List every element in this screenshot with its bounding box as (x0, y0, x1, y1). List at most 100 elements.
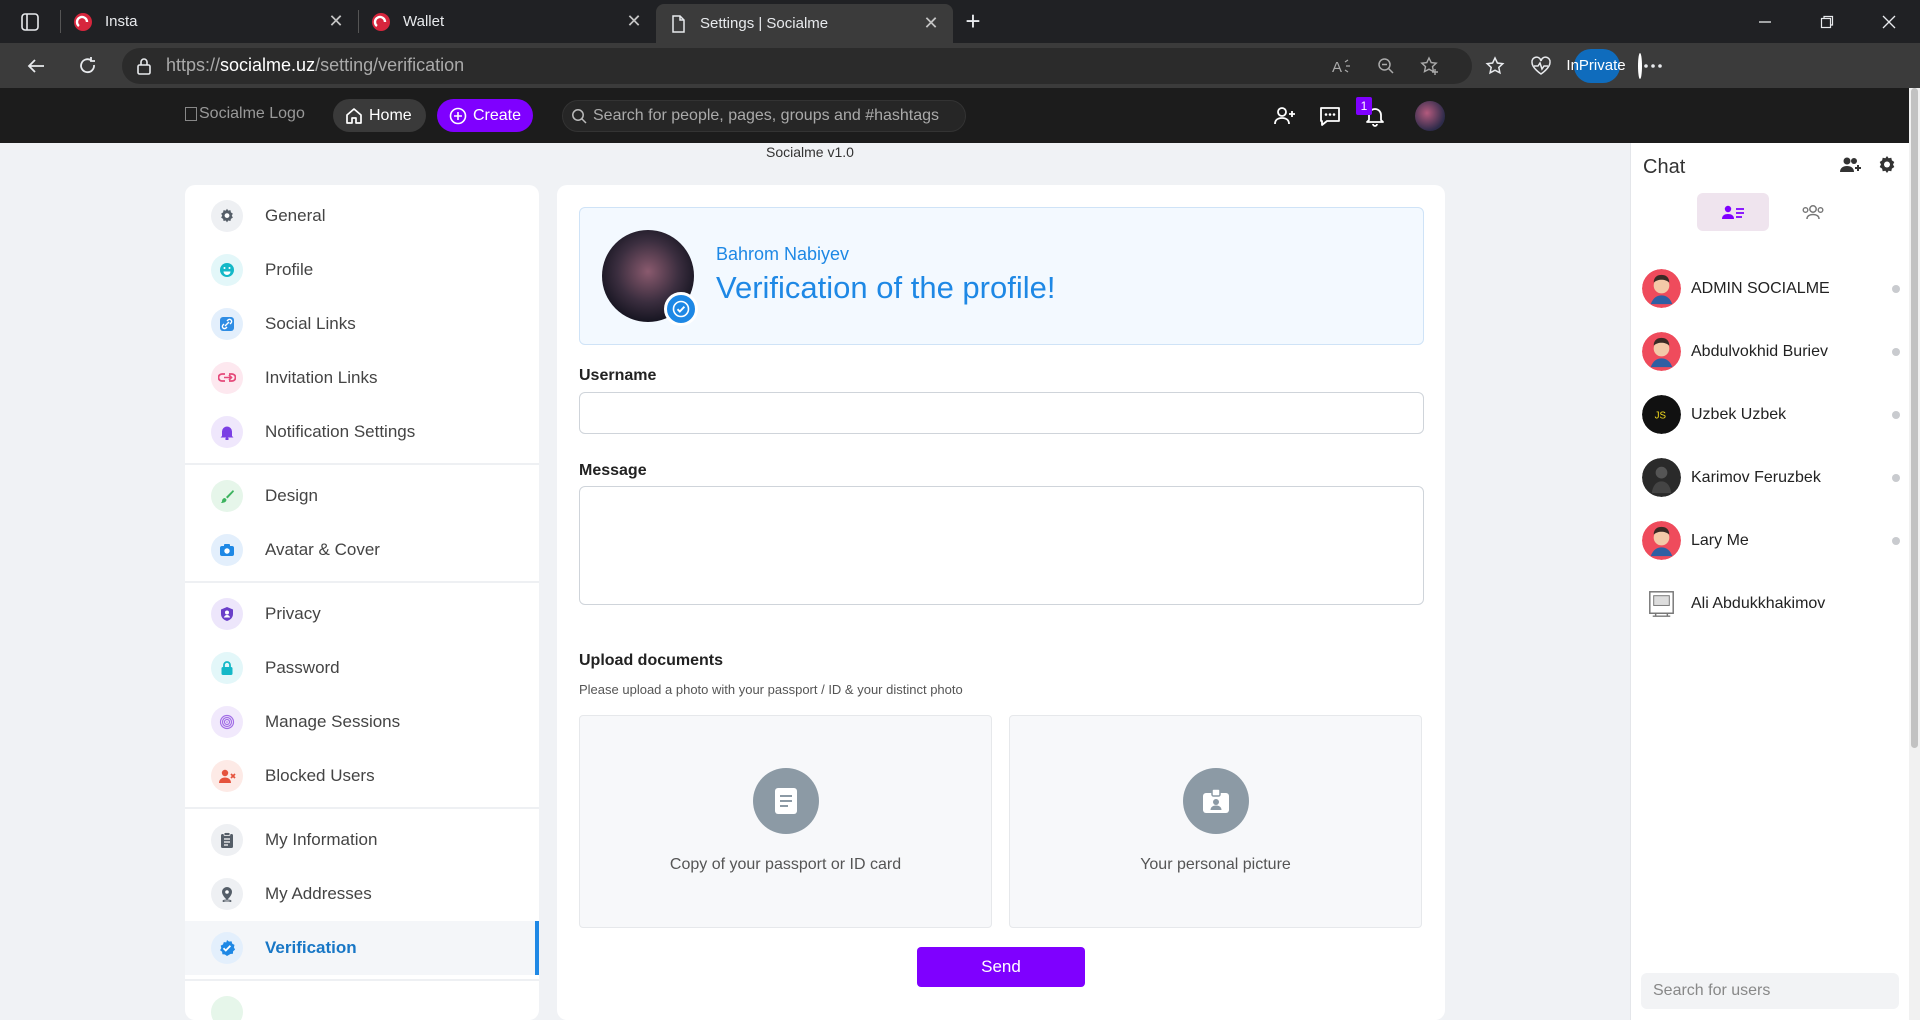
status-dot (1892, 474, 1900, 482)
url-host: socialme.uz (220, 55, 316, 75)
lock-icon (211, 652, 243, 684)
notifications-icon[interactable]: 1 (1352, 96, 1397, 127)
status-dot (1892, 285, 1900, 293)
sidebar-item-more[interactable] (185, 985, 539, 1020)
browser-tab-wallet[interactable]: Wallet ✕ (359, 0, 656, 43)
socialme-logo[interactable]: Socialme Logo (185, 105, 305, 123)
chat-user-item[interactable]: Abdulvokhid Buriev (1631, 320, 1910, 383)
camera-icon (211, 534, 243, 566)
reload-icon[interactable] (62, 48, 114, 84)
sidebar-item-design[interactable]: Design (185, 469, 539, 523)
sidebar-item-invitation-links[interactable]: Invitation Links (185, 351, 539, 405)
sidebar-item-profile[interactable]: Profile (185, 243, 539, 297)
close-icon[interactable]: ✕ (326, 11, 346, 32)
search-placeholder: Search for people, pages, groups and #ha… (593, 107, 940, 124)
document-icon (752, 768, 819, 834)
scrollbar-thumb[interactable] (1911, 88, 1918, 748)
add-favorite-icon[interactable] (1408, 55, 1452, 76)
tab-groups[interactable] (1777, 193, 1849, 231)
sidebar-item-label: Verification (265, 938, 357, 957)
create-button[interactable]: Create (437, 99, 534, 132)
verified-icon (211, 932, 243, 964)
sidebar-item-label: My Information (265, 830, 378, 849)
close-icon[interactable]: ✕ (921, 13, 941, 34)
close-window-icon[interactable] (1858, 0, 1920, 43)
send-button[interactable]: Send (917, 947, 1085, 987)
more-options-icon[interactable] (1630, 63, 1676, 69)
upload-passport-box[interactable]: Copy of your passport or ID card (579, 715, 992, 928)
chat-user-item[interactable]: Karimov Feruzbek (1631, 446, 1910, 509)
favorites-icon[interactable] (1472, 55, 1518, 76)
page-icon (672, 14, 685, 33)
sidebar-item-privacy[interactable]: Privacy (185, 587, 539, 641)
link-icon (211, 308, 243, 340)
profile-name: Bahrom Nabiyev (716, 244, 850, 264)
user-avatar (1642, 269, 1681, 308)
tab-contacts[interactable] (1697, 193, 1769, 231)
sidebar-item-password[interactable]: Password (185, 641, 539, 695)
user-avatar[interactable] (1415, 100, 1445, 131)
page-title: Verification of the profile! (716, 270, 1056, 305)
browser-tab-settings[interactable]: Settings | Socialme ✕ (656, 4, 953, 43)
browser-essentials-icon[interactable] (1518, 55, 1564, 76)
messages-icon[interactable] (1307, 105, 1352, 127)
sidebar-item-notification-settings[interactable]: Notification Settings (185, 405, 539, 459)
sidebar-item-general[interactable]: General (185, 189, 539, 243)
user-avatar (1642, 458, 1681, 497)
inprivate-label: InPrivate (1566, 57, 1626, 74)
user-avatar (1649, 591, 1674, 617)
tab-label: Settings | Socialme (700, 15, 829, 32)
message-textarea[interactable] (579, 486, 1424, 605)
sidebar-item-label: Manage Sessions (265, 712, 401, 731)
plus-circle-icon (449, 107, 467, 124)
chat-user-item[interactable]: ADMIN SOCIALME (1631, 257, 1910, 320)
back-icon[interactable] (10, 48, 62, 84)
minimize-icon[interactable] (1734, 0, 1796, 43)
chat-user-name: Uzbek Uzbek (1691, 405, 1787, 423)
global-search-input[interactable]: Search for people, pages, groups and #ha… (562, 100, 966, 132)
upload-photo-box[interactable]: Your personal picture (1009, 715, 1422, 928)
tab-label: Insta (105, 13, 138, 30)
sidebar-item-label: Privacy (265, 604, 321, 623)
chat-user-name: Lary Me (1691, 531, 1749, 549)
chat-user-item[interactable]: JS Uzbek Uzbek (1631, 383, 1910, 446)
close-icon[interactable]: ✕ (624, 11, 644, 32)
sidebar-item-verification[interactable]: Verification (185, 921, 539, 975)
sidebar-item-avatar-cover[interactable]: Avatar & Cover (185, 523, 539, 577)
chat-user-item[interactable]: Lary Me (1631, 509, 1910, 572)
location-icon (211, 878, 243, 910)
sidebar-item-label: Avatar & Cover (265, 540, 380, 559)
username-label: Username (579, 367, 657, 384)
gear-icon[interactable] (1877, 155, 1897, 175)
browser-tab-insta[interactable]: Insta ✕ (61, 0, 358, 43)
inprivate-button[interactable]: InPrivate (1566, 48, 1642, 83)
upload-photo-label: Your personal picture (1140, 856, 1291, 873)
home-button[interactable]: Home (333, 99, 426, 132)
sidebar-item-manage-sessions[interactable]: Manage Sessions (185, 695, 539, 749)
page-scrollbar[interactable] (1909, 88, 1920, 1020)
app-version: Socialme v1.0 (766, 144, 854, 160)
sidebar-item-my-addresses[interactable]: My Addresses (185, 867, 539, 921)
sidebar-item-my-information[interactable]: My Information (185, 813, 539, 867)
chat-panel: Chat ADMIN SOCIALME Abdulvokhid Buriev J… (1630, 143, 1909, 1020)
svg-text:A: A (1332, 59, 1342, 75)
add-group-icon[interactable] (1839, 155, 1863, 175)
sidebar-item-social-links[interactable]: Social Links (185, 297, 539, 351)
chat-search-placeholder: Search for users (1653, 982, 1771, 999)
restore-icon[interactable] (1796, 0, 1858, 43)
chat-title: Chat (1643, 156, 1686, 178)
chat-user-item[interactable]: Ali Abdukkhakimov (1631, 572, 1910, 635)
logo-alt-text: Socialme Logo (199, 105, 305, 122)
chat-search-input[interactable]: Search for users (1641, 973, 1899, 1009)
url-field[interactable]: https://socialme.uz/setting/verification… (122, 47, 1472, 84)
tab-actions-icon[interactable] (0, 0, 60, 43)
new-tab-button[interactable]: + (953, 0, 993, 43)
read-aloud-icon[interactable]: A (1320, 57, 1364, 75)
zoom-icon[interactable] (1364, 57, 1408, 75)
username-input[interactable] (579, 392, 1424, 434)
verification-card: Bahrom Nabiyev Verification of the profi… (557, 185, 1445, 1020)
sidebar-item-label: Design (265, 486, 318, 505)
add-friend-icon[interactable] (1262, 105, 1307, 127)
sidebar-item-blocked-users[interactable]: Blocked Users (185, 749, 539, 803)
gear-icon (211, 200, 243, 232)
